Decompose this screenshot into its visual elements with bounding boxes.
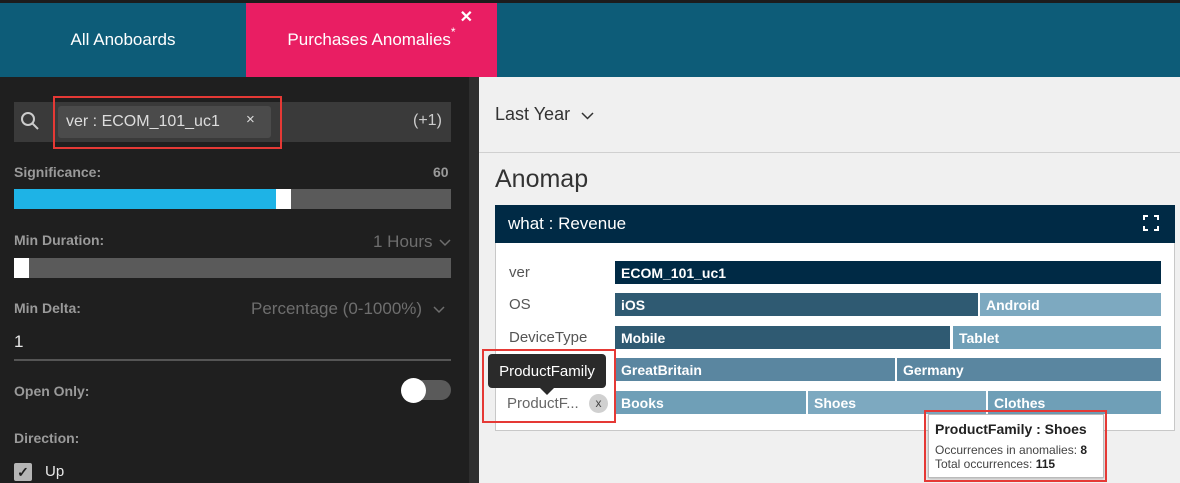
min-delta-label: Min Delta: (14, 300, 81, 316)
search-icon (21, 112, 39, 130)
bar-segment-germany[interactable]: Germany (897, 358, 1161, 381)
highlight-box (53, 96, 282, 149)
segment-label: ECOM_101_uc1 (621, 264, 727, 281)
tab-all-anoboards[interactable]: All Anoboards (0, 3, 246, 77)
search-more-count[interactable]: (+1) (413, 112, 442, 130)
min-delta-mode: Percentage (0-1000%) (251, 299, 423, 318)
date-range-select[interactable]: Last Year (495, 104, 594, 125)
bar-segment-android[interactable]: Android (980, 293, 1161, 316)
significance-slider[interactable] (14, 189, 451, 209)
segment-label: Clothes (994, 394, 1046, 411)
bar-segment-ios[interactable]: iOS (615, 293, 978, 316)
fullscreen-icon[interactable] (1143, 215, 1159, 231)
significance-label: Significance: (14, 164, 102, 180)
tab-purchases-anomalies[interactable]: Purchases Anomalies * ✕ (246, 3, 497, 77)
page-title: Anomap (495, 165, 589, 193)
row-label-devicetype: DeviceType (509, 329, 588, 346)
date-range-value: Last Year (495, 104, 571, 124)
sidebar-scrollbar[interactable] (469, 77, 479, 483)
significance-slider-fill (14, 189, 276, 209)
bar-segment-greatbritain[interactable]: GreatBritain (615, 358, 895, 381)
open-only-label: Open Only: (14, 383, 90, 399)
segment-label: Books (621, 394, 664, 411)
direction-up-checkbox[interactable]: ✓ (14, 463, 32, 481)
significance-slider-handle[interactable] (276, 189, 291, 209)
segment-label: Shoes (814, 394, 857, 411)
segment-label: Germany (903, 361, 964, 378)
bar-segment-mobile[interactable]: Mobile (615, 326, 950, 349)
tab-active-label: Purchases Anomalies (287, 30, 451, 49)
highlight-box (482, 349, 616, 423)
top-bar: All Anoboards Purchases Anomalies * ✕ (0, 0, 1180, 77)
min-duration-value: 1 Hours (373, 232, 433, 251)
significance-value: 60 (433, 164, 449, 180)
direction-label: Direction: (14, 430, 80, 446)
open-only-toggle-knob[interactable] (401, 378, 426, 403)
segment-label: Android (986, 296, 1040, 313)
min-delta-input[interactable]: 1 (14, 332, 23, 352)
card-title: what : Revenue (508, 214, 627, 233)
tab-all-anoboards-label: All Anoboards (70, 30, 176, 49)
min-duration-select[interactable]: 1 Hours (373, 232, 451, 252)
bar-segment-ecom[interactable]: ECOM_101_uc1 (615, 261, 1161, 284)
bar-segment-books[interactable]: Books (615, 391, 806, 414)
highlight-box (924, 410, 1107, 482)
unsaved-mark: * (450, 25, 456, 39)
anomap-card-header: what : Revenue (495, 205, 1175, 243)
direction-up-label: Up (45, 463, 65, 480)
min-duration-label: Min Duration: (14, 232, 105, 248)
min-duration-slider[interactable] (14, 258, 451, 278)
min-duration-slider-handle[interactable] (14, 258, 29, 278)
bar-segment-tablet[interactable]: Tablet (953, 326, 1161, 349)
chevron-down-icon (581, 112, 594, 120)
close-icon[interactable]: ✕ (460, 10, 473, 26)
segment-label: iOS (621, 296, 646, 313)
chevron-down-icon (439, 239, 451, 247)
segment-label: Tablet (959, 329, 1000, 346)
chevron-down-icon (433, 306, 445, 314)
min-delta-underline (14, 359, 451, 361)
row-label-os: OS (509, 296, 531, 313)
segment-label: GreatBritain (621, 361, 702, 378)
min-delta-select[interactable]: Percentage (0-1000%) (251, 299, 445, 319)
row-label-ver: ver (509, 264, 530, 281)
segment-label: Mobile (621, 329, 666, 346)
